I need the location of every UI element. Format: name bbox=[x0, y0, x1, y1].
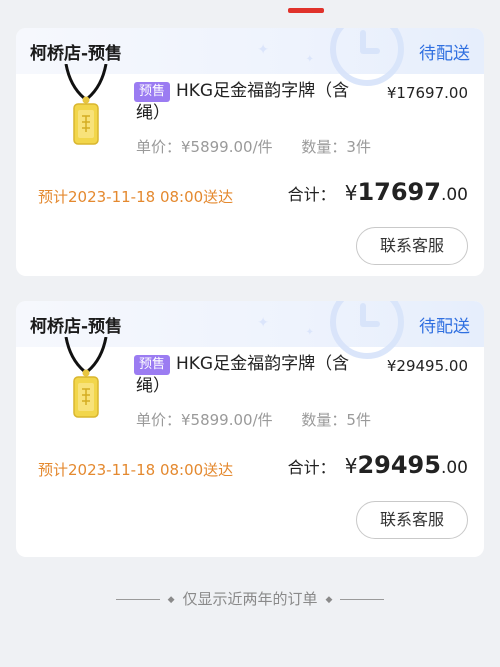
sparkle-icon: ✦ bbox=[257, 315, 269, 331]
presale-badge: 预售 bbox=[134, 355, 171, 375]
product-title[interactable]: HKG足金福韵字牌（含绳） bbox=[136, 80, 366, 124]
item-price: ¥17697.00 bbox=[386, 84, 468, 102]
total-currency: ¥ bbox=[344, 454, 358, 478]
store-name[interactable]: 柯桥店-预售 bbox=[30, 312, 122, 337]
history-footer: ◆ 仅显示近两年的订单 ◆ bbox=[0, 588, 500, 609]
order-card[interactable]: ✦ ✦ 柯桥店-预售 待配送 HKG足金福韵字牌（含绳） 预售 ¥17697.0… bbox=[16, 28, 484, 276]
diamond-icon: ◆ bbox=[325, 594, 333, 605]
item-meta: 单价：¥5899.00/件 数量：3件 bbox=[136, 136, 371, 157]
sparkle-icon: ✦ bbox=[305, 54, 314, 65]
total-label: 合计： bbox=[287, 185, 336, 204]
item-meta: 单价：¥5899.00/件 数量：5件 bbox=[136, 409, 371, 430]
gold-pendant-icon[interactable] bbox=[56, 337, 116, 425]
product-title[interactable]: HKG足金福韵字牌（含绳） bbox=[136, 353, 366, 397]
delivery-eta: 预计2023-11-18 08:00送达 bbox=[38, 461, 234, 479]
unit-price: 单价：¥5899.00/件 bbox=[136, 138, 273, 156]
sparkle-icon: ✦ bbox=[305, 327, 314, 338]
sparkle-icon: ✦ bbox=[257, 42, 269, 58]
item-price: ¥29495.00 bbox=[386, 357, 468, 375]
unit-price: 单价：¥5899.00/件 bbox=[136, 411, 273, 429]
order-card[interactable]: ✦ ✦ 柯桥店-预售 待配送 HKG足金福韵字牌（含绳） 预售 ¥29495.0… bbox=[16, 301, 484, 557]
total-amount: 29495 bbox=[357, 451, 441, 479]
total-decimals: .00 bbox=[440, 185, 468, 205]
store-name[interactable]: 柯桥店-预售 bbox=[30, 39, 122, 64]
clock-icon bbox=[330, 301, 404, 359]
divider bbox=[340, 599, 385, 600]
order-total: 合计： ¥17697.00 bbox=[288, 178, 468, 206]
quantity: 数量：3件 bbox=[301, 138, 371, 156]
order-status: 待配送 bbox=[419, 317, 470, 337]
contact-service-button[interactable]: 联系客服 bbox=[356, 501, 468, 539]
delivery-eta: 预计2023-11-18 08:00送达 bbox=[38, 188, 234, 206]
total-currency: ¥ bbox=[344, 181, 358, 205]
order-total: 合计： ¥29495.00 bbox=[288, 451, 468, 479]
total-amount: 17697 bbox=[357, 178, 441, 206]
order-status: 待配送 bbox=[419, 44, 470, 64]
tab-indicator bbox=[288, 8, 324, 13]
clock-icon bbox=[330, 28, 404, 86]
presale-badge: 预售 bbox=[134, 82, 171, 102]
diamond-icon: ◆ bbox=[167, 594, 175, 605]
total-decimals: .00 bbox=[440, 458, 468, 478]
gold-pendant-icon[interactable] bbox=[56, 64, 116, 152]
quantity: 数量：5件 bbox=[301, 411, 371, 429]
footer-note: 仅显示近两年的订单 bbox=[182, 590, 318, 608]
contact-service-button[interactable]: 联系客服 bbox=[356, 227, 468, 265]
divider bbox=[115, 599, 160, 600]
total-label: 合计： bbox=[287, 458, 336, 477]
